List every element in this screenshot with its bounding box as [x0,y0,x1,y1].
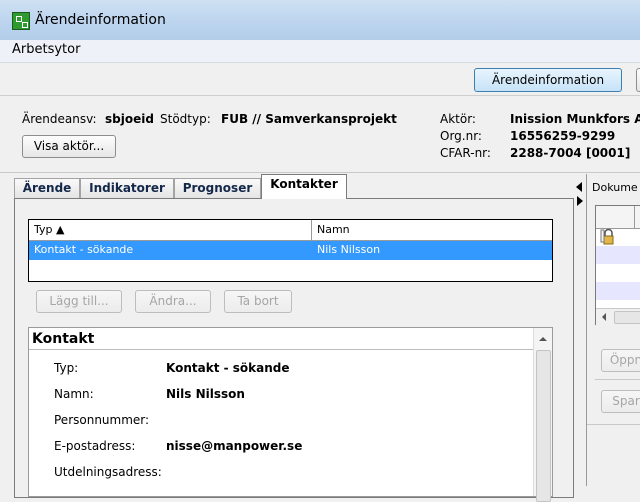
scroll-left-arrow-icon[interactable] [596,309,612,325]
column-header-typ[interactable]: Typ ▲ [29,220,311,240]
open-document-button[interactable]: Öppn [601,349,640,372]
document-lock-icon [600,228,614,245]
document-grid-header [596,206,640,229]
app-icon [12,12,30,30]
list-item[interactable] [596,282,640,300]
field-label-typ: Typ: [54,361,79,375]
aktor-value: Inission Munkfors A [510,112,640,126]
collapse-left-icon[interactable] [576,182,582,192]
menu-bar: Arbetsytor [0,40,640,63]
window-title: Ärendeinformation [35,12,166,28]
field-value-namn: Nils Nilsson [166,387,245,401]
stodtyp-value: FUB // Samverkansprojekt [221,112,397,126]
orgnr-value: 16556259-9299 [510,129,616,143]
divider [29,349,535,350]
arendeansv-value: sbjoeid [105,112,154,126]
document-panel-title: Dokume [592,181,638,194]
cell-typ: Kontakt - sökande [34,243,134,256]
scroll-up-arrow-icon[interactable] [534,331,552,347]
add-contact-button[interactable]: Lägg till... [36,290,122,313]
panel-splitter[interactable] [575,174,583,486]
document-grid[interactable] [595,205,640,325]
divider [587,424,640,425]
orgnr-label: Org.nr: [440,129,482,143]
tab-kontakter[interactable]: Kontakter [261,174,347,199]
table-row[interactable]: Kontakt - sökande Nils Nilsson [29,241,552,260]
divider [595,379,640,380]
tab-indikatorer[interactable]: Indikatorer [80,178,174,198]
toolbar-button-partial[interactable] [636,68,640,92]
list-header: Typ ▲ Namn [29,220,552,241]
field-label-utdelningsadress: Utdelningsadress: [54,465,162,479]
aktor-label: Aktör: [440,112,476,126]
field-label-personnummer: Personnummer: [54,413,150,427]
tab-strip: Ärende Indikatorer Prognoser Kontakter [14,174,574,199]
cfarnr-value: 2288-7004 [0001] [510,146,631,160]
column-separator [634,206,635,228]
menu-arbetsytor[interactable]: Arbetsytor [12,42,80,57]
expand-right-icon[interactable] [577,196,583,206]
stodtyp-label: Stödtyp: [160,112,211,126]
field-value-typ: Kontakt - sökande [166,361,290,375]
contacts-list[interactable]: Typ ▲ Namn Kontakt - sökande Nils Nilsso… [28,219,553,282]
field-label-namn: Namn: [54,387,94,401]
arendeinformation-button[interactable]: Ärendeinformation [474,68,622,92]
scrollbar-thumb[interactable] [536,350,551,502]
case-info-header: Ärendeansv: sbjoeid Stödtyp: FUB // Samv… [0,96,640,173]
title-bar: Ärendeinformation [0,0,640,41]
tab-arende[interactable]: Ärende [14,178,80,198]
vertical-scrollbar[interactable] [533,328,552,502]
edit-contact-button[interactable]: Ändra... [135,290,211,313]
kontakt-title: Kontakt [32,331,95,347]
delete-contact-button[interactable]: Ta bort [224,290,292,313]
visa-aktor-button[interactable]: Visa aktör... [22,135,116,158]
save-document-button[interactable]: Spar [601,390,640,413]
cell-namn: Nils Nilsson [317,243,381,256]
field-value-epost: nisse@manpower.se [166,439,303,453]
column-header-namn[interactable]: Namn [312,220,552,240]
tab-prognoser[interactable]: Prognoser [174,178,261,198]
scrollbar-thumb[interactable] [614,311,640,324]
toolbar: Ärendeinformation [0,63,640,96]
field-label-epost: E-postadress: [54,439,136,453]
kontakt-detail-panel: Kontakt Typ: Kontakt - sökande Namn: Nil… [28,327,553,502]
horizontal-scrollbar[interactable] [596,308,640,325]
arendeansv-label: Ärendeansv: [22,112,97,126]
cfarnr-label: CFAR-nr: [440,146,491,160]
list-item[interactable] [596,246,640,264]
document-panel: Dokume Öppn Spar [586,174,640,486]
